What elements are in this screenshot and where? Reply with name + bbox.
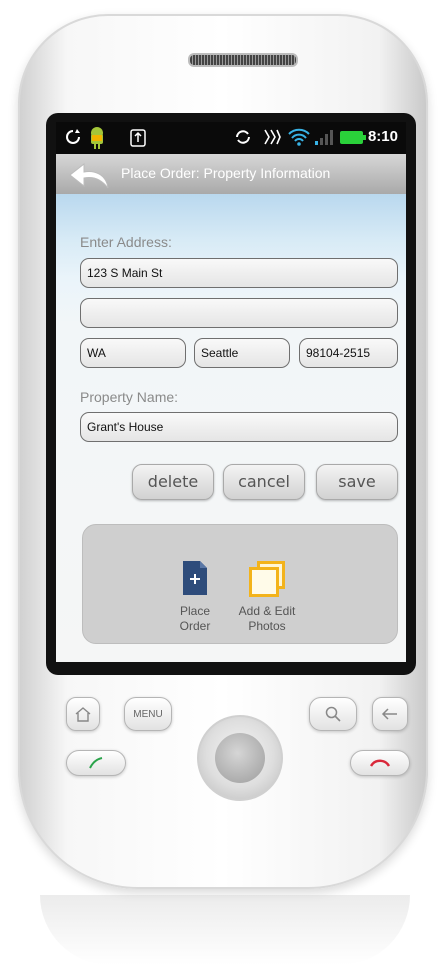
battery-icon: [340, 131, 366, 144]
action-panel: Place Order Add & Edit Photos: [82, 524, 398, 644]
search-icon: [325, 706, 341, 722]
end-call-icon: [369, 759, 391, 767]
document-plus-icon: [183, 561, 207, 595]
signal-icon: [315, 130, 333, 145]
menu-button[interactable]: MENU: [124, 697, 172, 731]
earpiece-speaker: [188, 53, 298, 67]
address-line1-field[interactable]: 123 S Main St: [80, 258, 398, 288]
photos-icon: [249, 561, 285, 597]
phone-reflection: [40, 895, 410, 965]
end-call-button[interactable]: [350, 750, 410, 776]
trackball-center: [215, 733, 265, 783]
call-button[interactable]: [66, 750, 126, 776]
place-order-line1: Place: [179, 604, 211, 618]
place-order-action[interactable]: Place Order: [165, 561, 225, 641]
add-edit-photos-label: Add & Edit Photos: [225, 604, 309, 634]
back-icon: [381, 708, 397, 720]
title-bar: Place Order: Property Information: [56, 154, 406, 194]
add-edit-photos-line1: Add & Edit: [238, 604, 296, 618]
back-arrow-icon[interactable]: [68, 160, 112, 190]
place-order-label: Place Order: [165, 604, 225, 634]
android-icon: [91, 127, 103, 149]
state-field[interactable]: WA: [80, 338, 186, 368]
save-button[interactable]: save: [316, 464, 398, 500]
wifi-icon: [288, 128, 310, 146]
add-edit-photos-action[interactable]: Add & Edit Photos: [225, 561, 309, 641]
address-label: Enter Address:: [80, 234, 172, 250]
zip-field[interactable]: 98104-2515: [299, 338, 398, 368]
home-button[interactable]: [66, 697, 100, 731]
delete-button[interactable]: delete: [132, 464, 214, 500]
call-icon: [89, 757, 103, 769]
form-content: Enter Address: 123 S Main St WA Seattle …: [56, 194, 406, 662]
home-icon: [75, 707, 91, 722]
usb-icon: [130, 129, 146, 147]
status-bar: 8:10: [56, 122, 406, 154]
trackball[interactable]: [197, 715, 283, 801]
vibrate-icon: [264, 129, 281, 145]
property-name-label: Property Name:: [80, 389, 179, 405]
back-button[interactable]: [372, 697, 408, 731]
status-time: 8:10: [367, 128, 398, 145]
cancel-button[interactable]: cancel: [223, 464, 305, 500]
place-order-line2: Order: [179, 619, 211, 633]
city-field[interactable]: Seattle: [194, 338, 290, 368]
sync-icon: [66, 129, 80, 144]
screen: 8:10 Place Order: Property Information E…: [56, 122, 406, 662]
add-edit-photos-line2: Photos: [248, 619, 286, 633]
search-button[interactable]: [309, 697, 357, 731]
page-title: Place Order: Property Information: [121, 165, 331, 181]
address-line2-field[interactable]: [80, 298, 398, 328]
refresh-icon: [236, 130, 250, 144]
property-name-field[interactable]: Grant's House: [80, 412, 398, 442]
